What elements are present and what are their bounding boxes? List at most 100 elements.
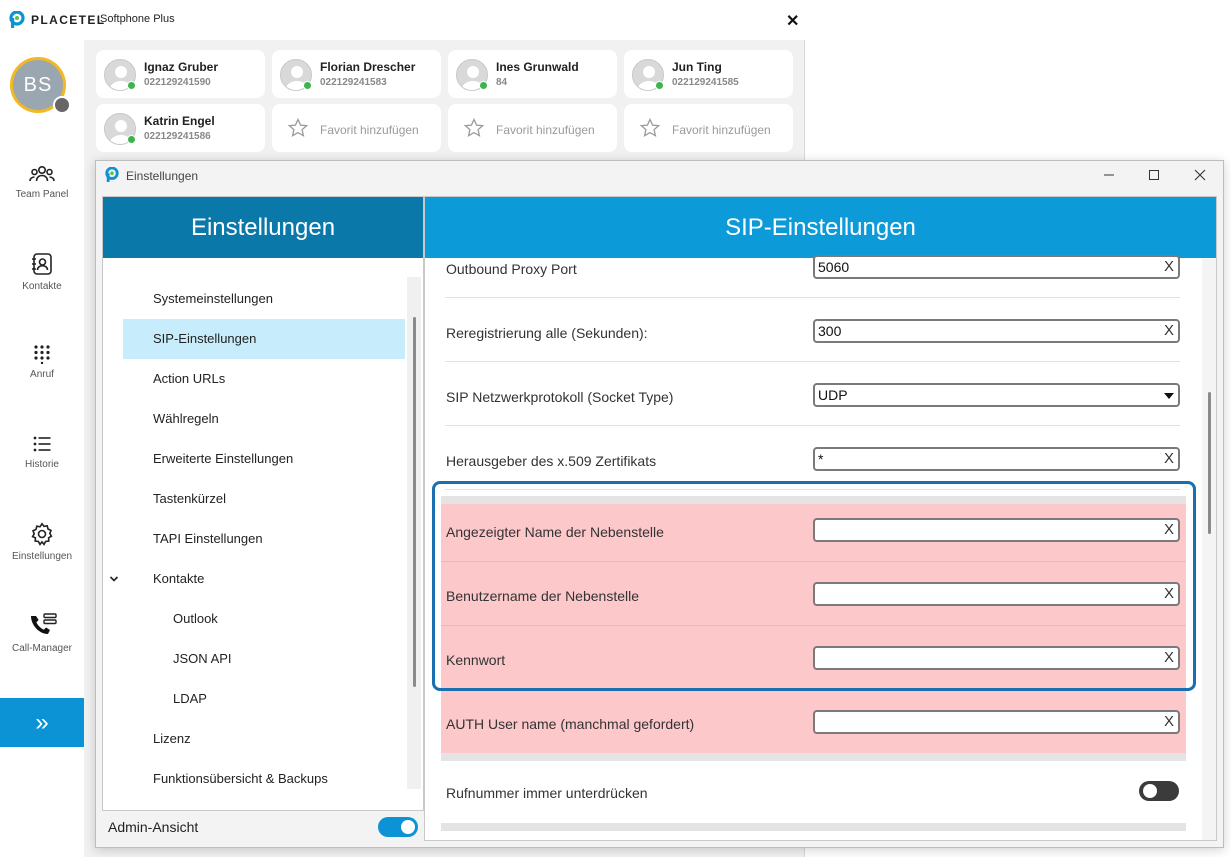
selected-value: UDP (818, 387, 848, 403)
auth-username-label: AUTH User name (manchmal gefordert) (446, 716, 695, 732)
main-titlebar: PLACETEL Softphone Plus ✕ (0, 0, 805, 40)
maximize-icon (1149, 170, 1159, 180)
clear-field-icon[interactable]: X (1164, 648, 1174, 668)
section-divider (441, 823, 1186, 831)
reregistration-interval-input[interactable]: 300 X (813, 319, 1180, 343)
sidebar-item-history[interactable]: Historie (0, 434, 84, 504)
placetel-logo-icon (105, 167, 119, 182)
x509-issuer-input[interactable]: * X (813, 447, 1180, 471)
app-subtitle: Softphone Plus (100, 13, 175, 25)
password-input[interactable]: X (813, 646, 1180, 670)
sip-settings-header: SIP-Einstellungen (425, 197, 1216, 258)
minimize-icon (1104, 174, 1114, 176)
double-chevron-right-icon: » (35, 708, 49, 736)
settings-navigation: Einstellungen Systemeinstellungen SIP-Ei… (102, 196, 424, 811)
contact-number: 022129241585 (672, 77, 739, 88)
sidebar-item-team-panel[interactable]: Team Panel (0, 164, 84, 234)
team-contact-tile[interactable]: Ignaz Gruber 022129241590 (96, 50, 265, 98)
extension-display-name-label: Angezeigter Name der Nebenstelle (446, 524, 664, 540)
settings-dialog: Einstellungen Einstellungen Systemeinste… (95, 160, 1224, 848)
menu-item-features-backups[interactable]: Funktionsübersicht & Backups (123, 759, 405, 799)
menu-item-json-api[interactable]: JSON API (123, 639, 405, 679)
menu-item-dial-rules[interactable]: Wählregeln (123, 399, 405, 439)
sidebar-item-contacts[interactable]: Kontakte (0, 252, 84, 322)
extension-display-name-input[interactable]: X (813, 518, 1180, 542)
clear-field-icon[interactable]: X (1164, 449, 1174, 469)
placetel-logo-icon (9, 11, 25, 28)
call-manager-icon (31, 613, 57, 634)
contact-name: Ignaz Gruber (144, 60, 219, 74)
team-contact-tile[interactable]: Ines Grunwald 84 (448, 50, 617, 98)
row-divider (441, 561, 1186, 562)
close-button[interactable]: ✕ (786, 11, 799, 31)
extension-username-label: Benutzername der Nebenstelle (446, 588, 640, 604)
menu-item-label: Kontakte (153, 571, 205, 586)
sidebar-item-label: Anruf (30, 369, 54, 380)
row-divider (441, 625, 1186, 626)
add-favorite-label: Favorit hinzufügen (496, 123, 595, 137)
team-contact-tile[interactable]: Florian Drescher 022129241583 (272, 50, 441, 98)
sip-network-protocol-select[interactable]: UDP (813, 383, 1180, 407)
close-icon (1194, 169, 1206, 181)
menu-item-sip-settings[interactable]: SIP-Einstellungen (123, 319, 405, 359)
sidebar-item-settings[interactable]: Einstellungen (0, 522, 84, 592)
field-value: * (818, 451, 824, 467)
content-scrollbar-thumb[interactable] (1208, 392, 1211, 534)
online-status-dot (127, 135, 136, 144)
team-contact-tile[interactable]: Jun Ting 022129241585 (624, 50, 793, 98)
sip-network-protocol-label: SIP Netzwerkprotokoll (Socket Type) (446, 389, 674, 405)
admin-view-label: Admin-Ansicht (108, 819, 199, 835)
field-value: 300 (818, 323, 842, 339)
menu-item-action-urls[interactable]: Action URLs (123, 359, 405, 399)
minimize-button[interactable] (1094, 165, 1124, 187)
sidebar-item-call[interactable]: Anruf (0, 344, 84, 414)
clear-field-icon[interactable]: X (1164, 257, 1174, 277)
menu-item-outlook[interactable]: Outlook (123, 599, 405, 639)
contacts-icon (32, 253, 52, 275)
sidebar-item-label: Einstellungen (11, 551, 73, 562)
menu-item-system-settings[interactable]: Systemeinstellungen (123, 279, 405, 319)
star-icon (288, 118, 308, 137)
content-scrollbar[interactable] (1202, 259, 1216, 840)
clear-field-icon[interactable]: X (1164, 520, 1174, 540)
contact-number: 022129241590 (144, 77, 211, 88)
team-contact-tile[interactable]: Katrin Engel 022129241586 (96, 104, 265, 152)
online-status-dot (303, 81, 312, 90)
clear-field-icon[interactable]: X (1164, 321, 1174, 341)
sidebar-item-call-manager[interactable]: Call-Manager (0, 612, 84, 682)
toggle-knob (401, 820, 415, 834)
menu-item-advanced-settings[interactable]: Erweiterte Einstellungen (123, 439, 405, 479)
brand-name: PLACETEL (31, 13, 106, 27)
maximize-button[interactable] (1139, 165, 1169, 187)
expand-sidebar-button[interactable]: » (0, 698, 84, 747)
outbound-proxy-port-input[interactable]: 5060 X (813, 255, 1180, 279)
menu-item-license[interactable]: Lizenz (123, 719, 405, 759)
settings-titlebar: Einstellungen (96, 161, 1223, 191)
sidebar-item-label: Kontakte (22, 281, 62, 292)
sidebar-item-label: Historie (25, 459, 59, 470)
nav-scrollbar-thumb[interactable] (413, 317, 416, 687)
suppress-number-toggle[interactable] (1139, 781, 1179, 801)
contact-number: 84 (496, 77, 508, 88)
add-favorite-tile[interactable]: Favorit hinzufügen (624, 104, 793, 152)
auth-username-input[interactable]: X (813, 710, 1180, 734)
team-icon (29, 165, 55, 182)
outbound-proxy-port-label: Outbound Proxy Port (446, 261, 577, 277)
presence-status-dot[interactable] (53, 96, 71, 114)
add-favorite-tile[interactable]: Favorit hinzufügen (448, 104, 617, 152)
clear-field-icon[interactable]: X (1164, 712, 1174, 732)
add-favorite-tile[interactable]: Favorit hinzufügen (272, 104, 441, 152)
close-button[interactable] (1185, 165, 1215, 187)
online-status-dot (479, 81, 488, 90)
chevron-down-icon[interactable] (109, 574, 119, 584)
clear-field-icon[interactable]: X (1164, 584, 1174, 604)
x509-issuer-label: Herausgeber des x.509 Zertifikats (446, 453, 657, 469)
extension-username-input[interactable]: X (813, 582, 1180, 606)
menu-item-shortcuts[interactable]: Tastenkürzel (123, 479, 405, 519)
row-divider (445, 361, 1180, 362)
menu-item-ldap[interactable]: LDAP (123, 679, 405, 719)
menu-item-contacts[interactable]: Kontakte (109, 559, 405, 599)
admin-view-toggle[interactable] (378, 817, 418, 837)
menu-item-tapi-settings[interactable]: TAPI Einstellungen (123, 519, 405, 559)
star-icon (464, 118, 484, 137)
